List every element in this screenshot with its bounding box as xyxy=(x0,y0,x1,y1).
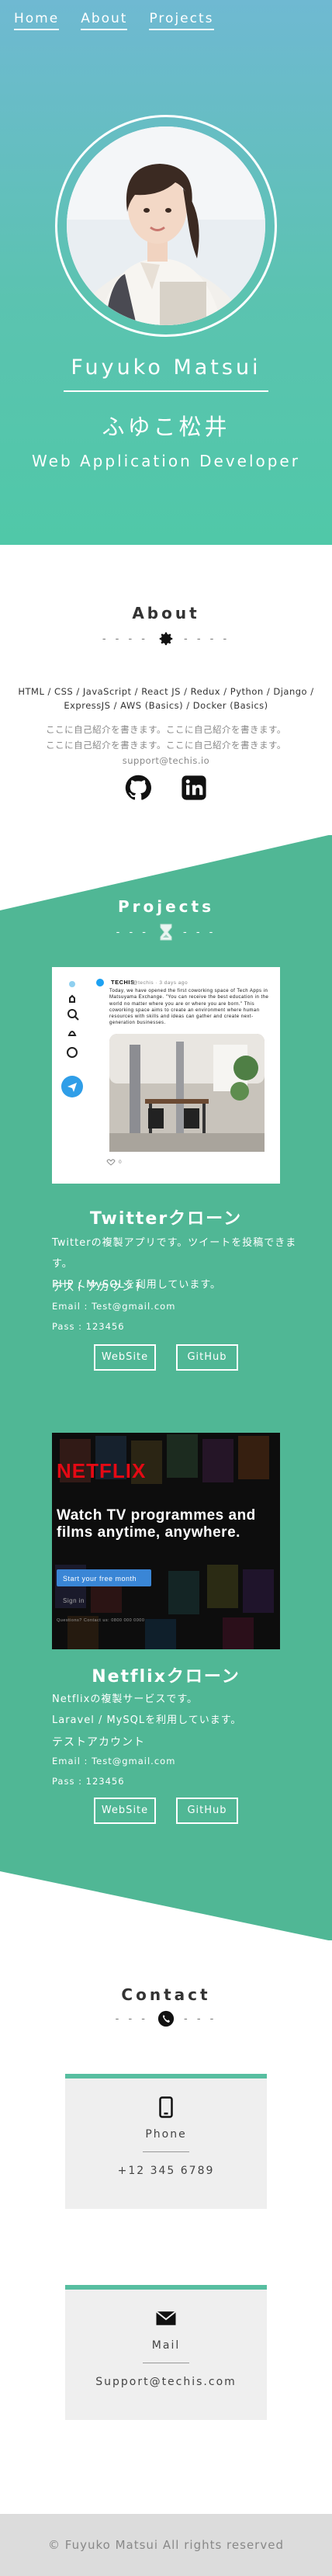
project-desc-line: Netflixの複製サービスです。 xyxy=(52,1694,199,1705)
support-email: support@techis.io xyxy=(122,755,210,766)
netflix-clone-description: Netflixの複製サービスです。 Laravel / MySQLを利用していま… xyxy=(52,1689,300,1731)
netflix-headline: Watch TV programmes and films anytime, a… xyxy=(57,1507,256,1541)
netflix-website-button[interactable]: WebSite xyxy=(94,1798,156,1824)
contact-divider: - - - - - - xyxy=(0,2010,332,2027)
twitter-clone-buttons: WebSite GitHub xyxy=(0,1344,332,1371)
project-stack-line: Laravel / MySQLを利用しています。 xyxy=(52,1714,242,1726)
tweet-like-count: 0 xyxy=(119,1160,122,1165)
hero-name: Fuyuko Matsui xyxy=(71,355,261,380)
twitter-clone-screenshot[interactable]: TECHIS @techis · 3 days ago Today, we ha… xyxy=(52,967,280,1184)
mail-address[interactable]: Support@techis.com xyxy=(65,2376,267,2388)
project-desc-line: Twitterの複製アプリです。ツイートを投稿できます。 xyxy=(52,1237,297,1270)
phone-number[interactable]: +12 345 6789 xyxy=(65,2165,267,2177)
hourglass-icon xyxy=(160,924,172,941)
netflix-clone-screenshot[interactable]: NETFLIX Watch TV programmes and films an… xyxy=(52,1433,280,1649)
gear-icon xyxy=(159,632,173,646)
test-account-label: テストアカウント xyxy=(52,1736,145,1749)
test-pass: Pass : 123456 xyxy=(52,1321,125,1332)
nav-home-link[interactable]: Home xyxy=(14,11,60,30)
contact-card-label: Mail xyxy=(151,2339,181,2352)
phone-icon xyxy=(159,2096,173,2118)
test-credentials: Email : Test@gmail.com Pass : 123456 xyxy=(52,1751,285,1791)
divider-dashes-left: - - - - xyxy=(102,633,148,645)
test-credentials: Email : Test@gmail.com Pass : 123456 xyxy=(52,1296,285,1337)
contact-title: Contact xyxy=(121,1985,211,2004)
test-account-label: テストアカウント xyxy=(52,1281,145,1294)
tweet-text: Today, we have opened the first coworkin… xyxy=(109,989,269,1026)
envelope-icon xyxy=(155,2311,177,2325)
slant-bottom-shape xyxy=(0,1871,332,1941)
netflix-clone-buttons: WebSite GitHub xyxy=(0,1798,332,1824)
test-email: Email : Test@gmail.com xyxy=(52,1756,176,1766)
netflix-clone-title: Netflixクローン xyxy=(92,1667,240,1687)
skills-list: HTML / CSS / JavaScript / React JS / Red… xyxy=(18,686,314,711)
contact-card-label: Phone xyxy=(145,2128,187,2141)
tweet-handle-id: @techis · 3 days ago xyxy=(133,980,188,986)
hero-name-kana: ふゆこ松井 xyxy=(102,414,230,440)
phone-circle-icon xyxy=(157,2010,175,2027)
hero-section: Home About Projects Fuyuko Matsui ふゆこ松井 … xyxy=(0,0,332,545)
about-divider: - - - - - - - - xyxy=(0,630,332,647)
netflix-signin: Sign in xyxy=(63,1597,85,1604)
hero-role: Web Application Developer xyxy=(32,452,300,470)
tweet-handle: TECHIS xyxy=(111,979,135,986)
footer: © Fuyuko Matsui All rights reserved xyxy=(0,2514,332,2576)
projects-divider: - - - - - - xyxy=(0,924,332,941)
social-links xyxy=(0,775,332,801)
nav-projects-link[interactable]: Projects xyxy=(149,11,214,30)
test-pass: Pass : 123456 xyxy=(52,1776,125,1787)
avatar xyxy=(67,127,265,325)
test-email: Email : Test@gmail.com xyxy=(52,1301,176,1312)
netflix-github-button[interactable]: GitHub xyxy=(176,1798,238,1824)
divider-dashes-right: - - - - xyxy=(184,633,230,645)
twitter-website-button[interactable]: WebSite xyxy=(94,1344,156,1371)
netflix-footer: Questions? Contact us: 0800 000 0000 xyxy=(57,1618,144,1623)
contact-card-mail: Mail Support@techis.com xyxy=(65,2285,267,2420)
about-title: About xyxy=(132,604,200,622)
twitter-preview-image: TECHIS @techis · 3 days ago Today, we ha… xyxy=(52,967,280,1184)
about-section: About - - - - - - - - HTML / CSS / JavaS… xyxy=(0,545,332,835)
projects-section: Projects - - - - - - TECHIS @techis · 3 … xyxy=(0,834,332,1941)
contact-section: Contact - - - - - - Phone +12 345 6789 M… xyxy=(0,1940,332,2514)
contact-card-rule xyxy=(143,2151,189,2152)
intro-line: ここに自己紹介を書きます。ここに自己紹介を書きます。 xyxy=(46,724,286,735)
linkedin-icon[interactable] xyxy=(181,775,207,801)
twitter-clone-title: Twitterクローン xyxy=(89,1209,243,1229)
nav-about-link[interactable]: About xyxy=(81,11,128,30)
top-nav: Home About Projects xyxy=(14,11,214,30)
intro-line: ここに自己紹介を書きます。ここに自己紹介を書きます。 xyxy=(46,740,286,751)
netflix-cta: Start your free month xyxy=(63,1575,137,1583)
projects-title: Projects xyxy=(117,897,214,916)
divider-dashes-left: - - - xyxy=(116,926,149,938)
hero-divider-line xyxy=(64,390,268,392)
divider-dashes-right: - - - xyxy=(183,926,216,938)
avatar-portrait-image xyxy=(67,127,265,325)
twitter-github-button[interactable]: GitHub xyxy=(176,1344,238,1371)
netflix-logo-text: NETFLIX xyxy=(57,1459,146,1482)
copyright-text: © Fuyuko Matsui All rights reserved xyxy=(48,2538,284,2552)
netflix-preview-image: NETFLIX Watch TV programmes and films an… xyxy=(52,1433,280,1649)
contact-card-phone: Phone +12 345 6789 xyxy=(65,2074,267,2209)
divider-dashes-left: - - - xyxy=(115,2013,148,2025)
divider-dashes-right: - - - xyxy=(184,2013,217,2025)
intro-text: ここに自己紹介を書きます。ここに自己紹介を書きます。 ここに自己紹介を書きます。… xyxy=(0,722,332,768)
github-icon[interactable] xyxy=(125,775,151,801)
avatar-ring xyxy=(55,115,277,337)
